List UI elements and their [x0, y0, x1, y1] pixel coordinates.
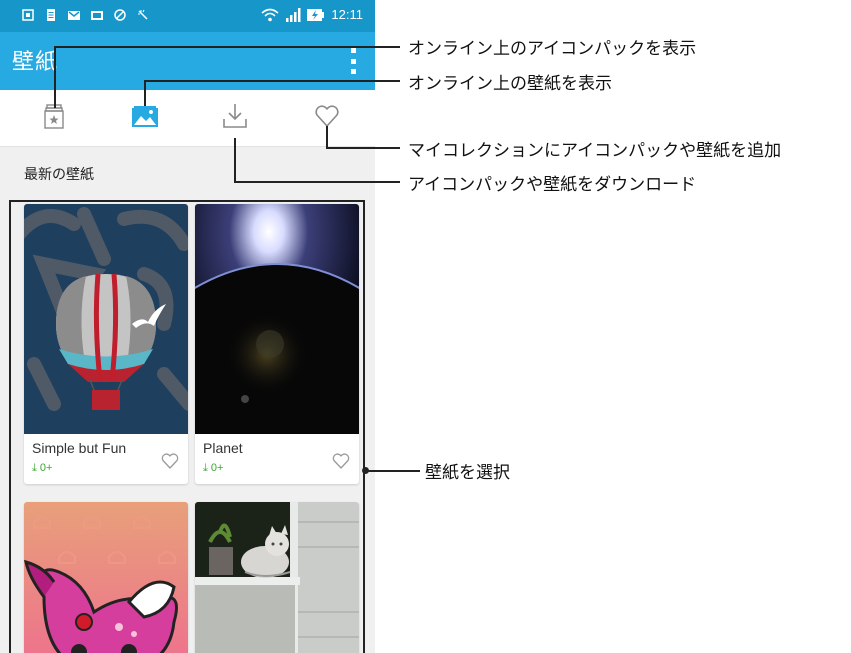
clean-icon [138, 9, 148, 20]
gmail-icon [68, 11, 80, 20]
battery-charging-icon [307, 8, 325, 21]
callout-leader-line [234, 181, 400, 183]
callout-download: アイコンパックや壁紙をダウンロード [408, 175, 697, 195]
status-time: 12:11 [331, 7, 363, 22]
page-title: 壁紙 [12, 50, 59, 75]
mail-icon [91, 11, 103, 20]
card-title: Planet [203, 440, 243, 456]
overflow-menu-icon[interactable] [349, 48, 357, 74]
wallpaper-card[interactable]: Planet ⤓ 0+ [195, 204, 359, 484]
wallpaper-card[interactable]: Simple but Fun ⤓ 0+ [24, 204, 188, 484]
status-bar: 12:11 [0, 0, 375, 32]
callout-select-wallpaper: 壁紙を選択 [425, 463, 510, 483]
wifi-icon [261, 8, 279, 21]
wallpaper-card[interactable] [24, 502, 188, 653]
callout-add-to-collection: マイコレクションにアイコンパックや壁紙を追加 [408, 141, 782, 161]
planet-image [195, 204, 359, 434]
phone-screen: 12:11 壁紙 最新の壁紙 Simple but Fun ⤓ 0+ Plane… [0, 0, 375, 653]
section-title: 最新の壁紙 [24, 167, 94, 183]
favorite-heart-icon[interactable] [331, 451, 351, 471]
dnd-icon [114, 9, 126, 21]
pink-monster-image [24, 502, 188, 653]
download-count: ⤓ 0+ [32, 462, 53, 474]
download-count: ⤓ 0+ [203, 462, 224, 474]
screenshot-icon [22, 9, 34, 21]
wallpaper-grid: Simple but Fun ⤓ 0+ Planet ⤓ 0+ [9, 200, 365, 653]
callout-wallpaper-online: オンライン上の壁紙を表示 [408, 74, 612, 94]
callout-icon-pack-online: オンライン上のアイコンパックを表示 [408, 39, 697, 59]
callout-leader-line [366, 470, 420, 472]
wallpaper-tab[interactable] [131, 102, 159, 130]
wallpaper-card[interactable] [195, 502, 359, 653]
doc-icon [47, 9, 55, 21]
callout-leader-line [144, 80, 146, 106]
card-title: Simple but Fun [32, 440, 127, 456]
callout-leader-line [234, 138, 236, 182]
wallpaper-image-icon [132, 106, 158, 127]
callout-leader-line [54, 46, 56, 108]
download-count-value: 0+ [210, 462, 224, 474]
download-icon [223, 104, 247, 128]
callout-leader-line [326, 147, 400, 149]
callout-leader-line [326, 126, 328, 148]
hot-air-balloon-image [24, 204, 188, 434]
download-count-value: 0+ [39, 462, 53, 474]
tab-bar [0, 90, 375, 147]
cat-on-window-image [195, 502, 359, 653]
callout-leader-line [144, 80, 400, 82]
favorite-heart-icon[interactable] [160, 451, 180, 471]
download-tab[interactable] [221, 102, 249, 130]
callout-leader-line [54, 46, 400, 48]
signal-icon [286, 7, 301, 22]
